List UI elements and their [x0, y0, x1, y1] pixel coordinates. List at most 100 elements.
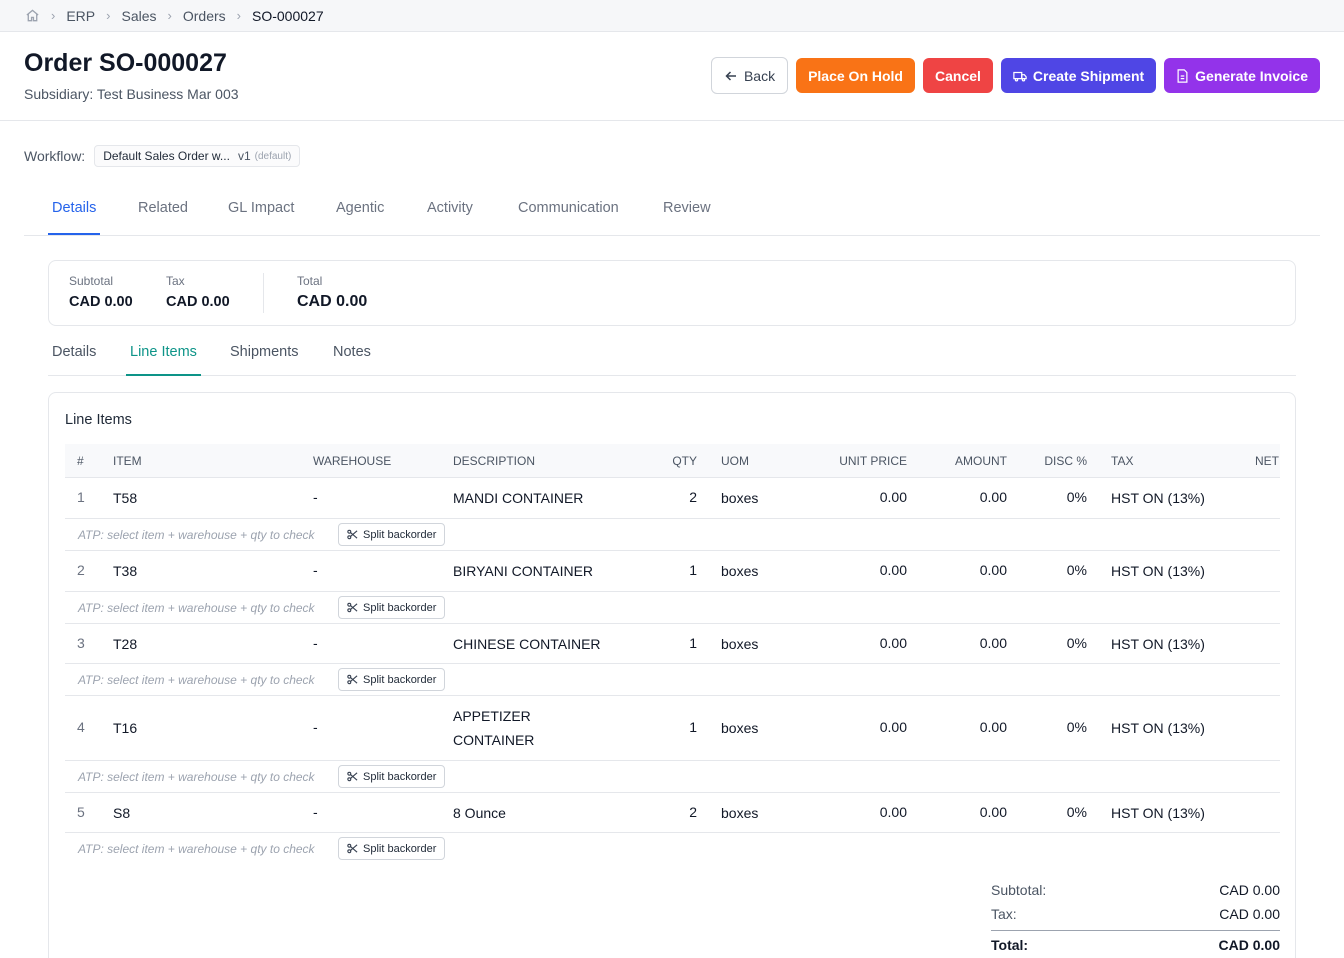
- row-tax[interactable]: HST ON (13%): [1111, 720, 1205, 736]
- row-tax[interactable]: HST ON (13%): [1111, 563, 1205, 579]
- atp-hint: ATP: select item + warehouse + qty to ch…: [78, 842, 315, 856]
- row-disc[interactable]: 0%: [1027, 719, 1087, 735]
- row-warehouse[interactable]: -: [313, 562, 318, 578]
- row-item[interactable]: S8: [113, 805, 130, 821]
- atp-row: ATP: select item + warehouse + qty to ch…: [65, 664, 1280, 696]
- place-on-hold-button[interactable]: Place On Hold: [796, 58, 915, 93]
- col-tax: TAX: [1111, 454, 1134, 468]
- line-items-panel: Line Items # ITEM WAREHOUSE DESCRIPTION …: [48, 392, 1296, 958]
- subtab-shipments[interactable]: Shipments: [226, 336, 303, 376]
- row-tax[interactable]: HST ON (13%): [1111, 490, 1205, 506]
- row-warehouse[interactable]: -: [313, 804, 318, 820]
- atp-hint: ATP: select item + warehouse + qty to ch…: [78, 528, 315, 542]
- totals-subtotal-label: Subtotal:: [991, 882, 1047, 898]
- breadcrumb-erp[interactable]: ERP: [66, 8, 95, 24]
- subtab-details[interactable]: Details: [48, 336, 100, 376]
- arrow-left-icon: [725, 70, 736, 81]
- summary-divider: [263, 273, 264, 313]
- home-icon[interactable]: [24, 8, 40, 24]
- detail-subtabs: Details Line Items Shipments Notes: [48, 336, 1296, 376]
- atp-hint: ATP: select item + warehouse + qty to ch…: [78, 770, 315, 784]
- row-uom: boxes: [721, 490, 759, 506]
- subtab-notes[interactable]: Notes: [329, 336, 375, 376]
- row-item[interactable]: T16: [113, 720, 137, 736]
- split-backorder-button[interactable]: Split backorder: [338, 668, 446, 691]
- row-item[interactable]: T38: [113, 563, 137, 579]
- row-unit-price[interactable]: 0.00: [807, 489, 907, 505]
- summary-total: Total CAD 0.00: [297, 274, 367, 311]
- back-button[interactable]: Back: [710, 57, 789, 94]
- totals-grand-total: Total: CAD 0.00: [991, 930, 1280, 958]
- row-item[interactable]: T28: [113, 636, 137, 652]
- tab-agentic[interactable]: Agentic: [332, 188, 388, 235]
- row-description: 8 Ounce: [453, 805, 506, 821]
- row-qty[interactable]: 1: [650, 719, 697, 735]
- back-label: Back: [743, 67, 776, 84]
- row-qty[interactable]: 2: [650, 489, 697, 505]
- col-item: ITEM: [113, 454, 142, 468]
- row-disc[interactable]: 0%: [1027, 804, 1087, 820]
- row-disc[interactable]: 0%: [1027, 489, 1087, 505]
- row-qty[interactable]: 2: [650, 804, 697, 820]
- row-disc[interactable]: 0%: [1027, 635, 1087, 651]
- row-tax[interactable]: HST ON (13%): [1111, 636, 1205, 652]
- row-unit-price[interactable]: 0.00: [807, 562, 907, 578]
- row-amount: 0.00: [979, 635, 1007, 651]
- chevron-right-icon: ›: [236, 8, 241, 23]
- row-uom: boxes: [721, 636, 759, 652]
- table-row: 2 T38 - BIRYANI CONTAINER 1 boxes 0.00 0…: [65, 551, 1280, 592]
- tab-review[interactable]: Review: [659, 188, 715, 235]
- summary-subtotal: Subtotal CAD 0.00: [69, 274, 133, 310]
- col-net: NET: [1255, 454, 1279, 468]
- row-item[interactable]: T58: [113, 490, 137, 506]
- table-row: 5 S8 - 8 Ounce 2 boxes 0.00 0.00 0% HST …: [65, 793, 1280, 833]
- order-summary-card: Subtotal CAD 0.00 Tax CAD 0.00 Total CAD…: [48, 260, 1296, 326]
- breadcrumb-orders[interactable]: Orders: [183, 8, 226, 24]
- atp-hint: ATP: select item + warehouse + qty to ch…: [78, 601, 315, 615]
- row-warehouse[interactable]: -: [313, 489, 318, 505]
- workflow-name: Default Sales Order w...: [103, 149, 230, 163]
- tab-related[interactable]: Related: [134, 188, 192, 235]
- row-unit-price[interactable]: 0.00: [807, 804, 907, 820]
- atp-row: ATP: select item + warehouse + qty to ch…: [65, 833, 1280, 865]
- split-backorder-button[interactable]: Split backorder: [338, 596, 446, 619]
- row-number: 2: [77, 562, 85, 578]
- row-qty[interactable]: 1: [650, 562, 697, 578]
- atp-row: ATP: select item + warehouse + qty to ch…: [65, 761, 1280, 793]
- row-unit-price[interactable]: 0.00: [807, 635, 907, 651]
- row-warehouse[interactable]: -: [313, 635, 318, 651]
- tab-activity[interactable]: Activity: [423, 188, 477, 235]
- breadcrumb-sales[interactable]: Sales: [121, 8, 156, 24]
- atp-row: ATP: select item + warehouse + qty to ch…: [65, 592, 1280, 624]
- summary-tax: Tax CAD 0.00: [166, 274, 230, 310]
- row-warehouse[interactable]: -: [313, 719, 318, 735]
- split-backorder-label: Split backorder: [363, 842, 437, 855]
- tab-details[interactable]: Details: [48, 188, 101, 235]
- cancel-button[interactable]: Cancel: [923, 58, 993, 93]
- totals-total-label: Total:: [991, 937, 1029, 953]
- row-tax[interactable]: HST ON (13%): [1111, 805, 1205, 821]
- scissors-icon: [347, 602, 358, 613]
- row-uom: boxes: [721, 720, 759, 736]
- scissors-icon: [347, 674, 358, 685]
- row-disc[interactable]: 0%: [1027, 562, 1087, 578]
- tab-gl-impact[interactable]: GL Impact: [224, 188, 298, 235]
- row-unit-price[interactable]: 0.00: [807, 719, 907, 735]
- split-backorder-button[interactable]: Split backorder: [338, 765, 446, 788]
- subtab-line-items[interactable]: Line Items: [126, 336, 201, 376]
- create-shipment-button[interactable]: Create Shipment: [1000, 58, 1157, 93]
- workflow-selector[interactable]: Default Sales Order w... v1 (default): [94, 145, 301, 167]
- split-backorder-button[interactable]: Split backorder: [338, 523, 446, 546]
- row-qty[interactable]: 1: [650, 635, 697, 651]
- tab-communication[interactable]: Communication: [514, 188, 623, 235]
- page-title: Order SO-000027: [24, 49, 227, 77]
- split-backorder-button[interactable]: Split backorder: [338, 837, 446, 860]
- col-qty: QTY: [672, 454, 697, 468]
- chevron-right-icon: ›: [106, 8, 111, 23]
- col-disc: DISC %: [1044, 454, 1087, 468]
- generate-invoice-button[interactable]: Generate Invoice: [1164, 58, 1320, 93]
- page-header: Order SO-000027 Subsidiary: Test Busines…: [0, 32, 1344, 121]
- line-items-totals: Subtotal: CAD 0.00 Tax: CAD 0.00 Total: …: [991, 880, 1280, 958]
- split-backorder-label: Split backorder: [363, 528, 437, 541]
- totals-total-value: CAD 0.00: [1218, 937, 1280, 953]
